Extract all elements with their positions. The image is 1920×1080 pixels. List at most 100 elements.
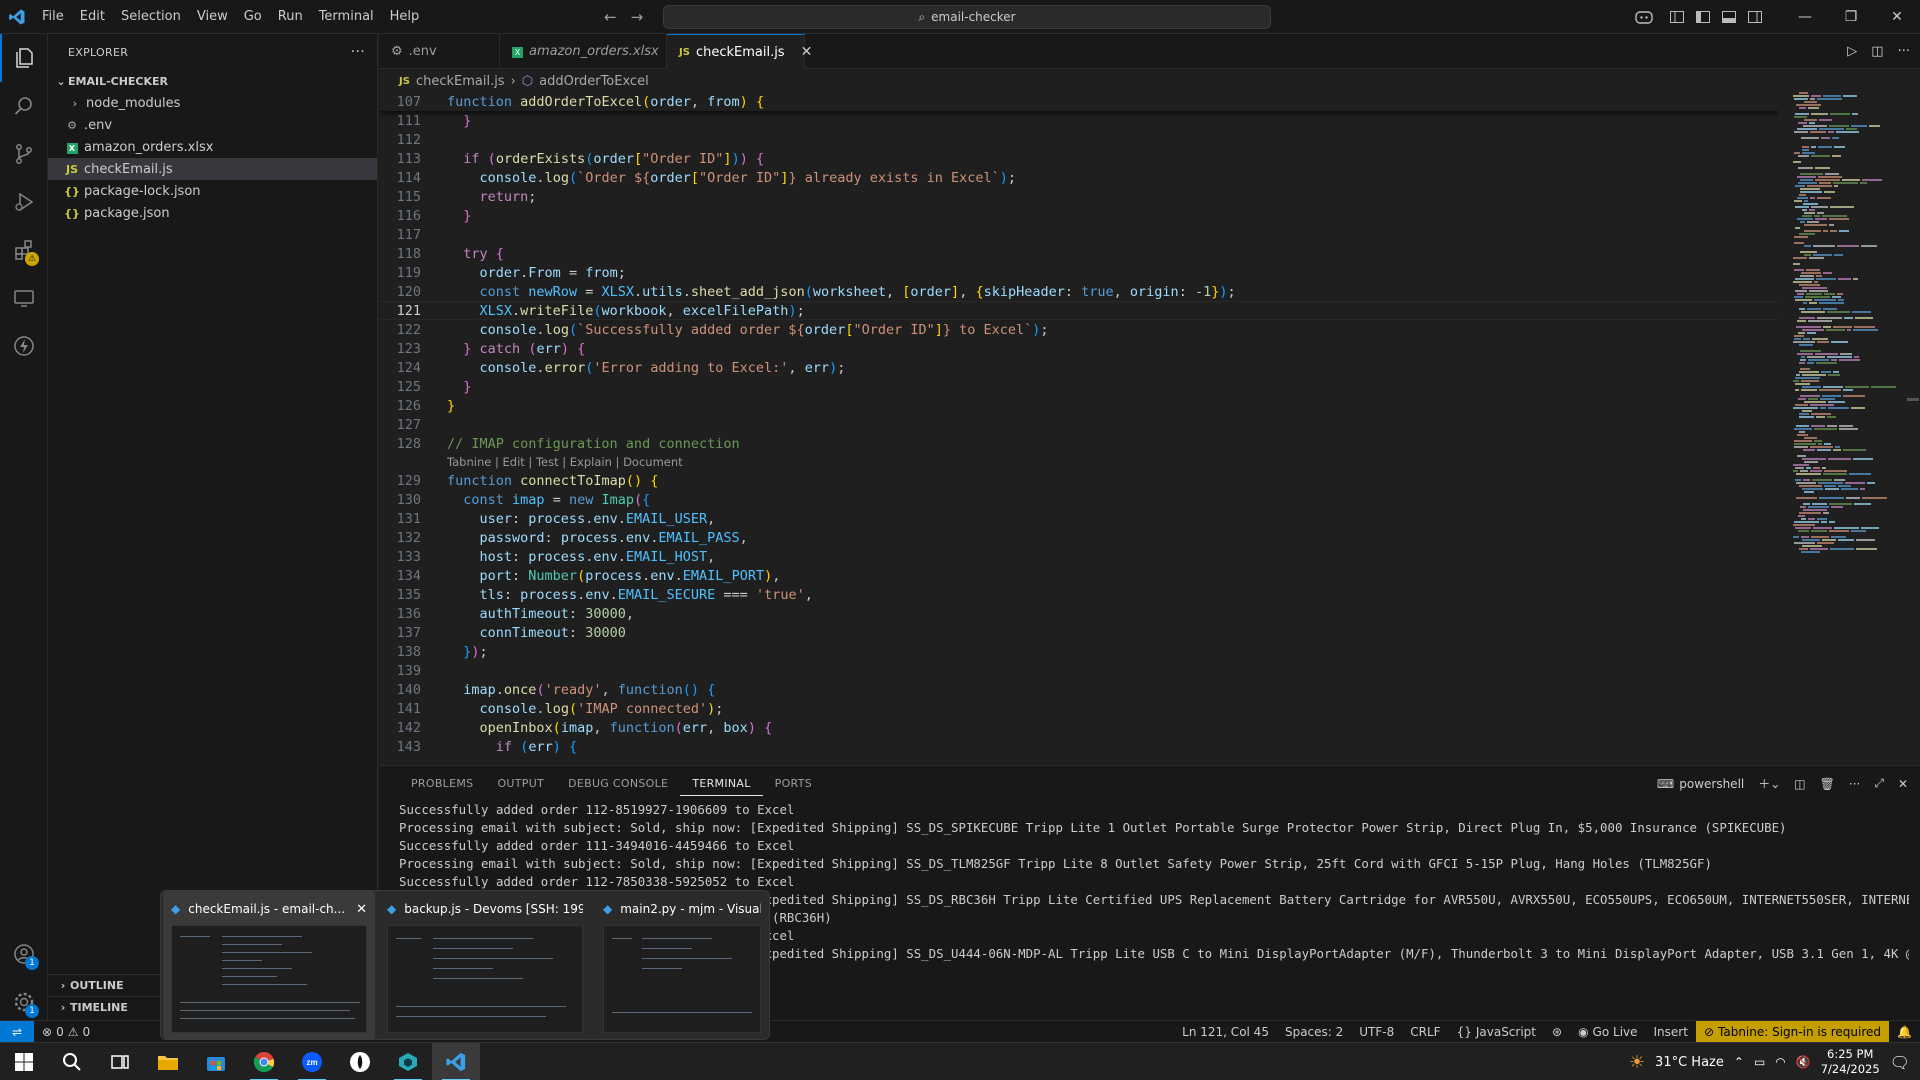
- code-editor[interactable]: 107 function addOrderToExcel(order, from…: [379, 92, 1779, 764]
- battery-icon[interactable]: ▭: [1754, 1055, 1765, 1069]
- menu-edit[interactable]: Edit: [72, 9, 113, 24]
- app-icon-teal[interactable]: [384, 1043, 432, 1080]
- thumbnail-checkemail[interactable]: ◆ checkEmail.js - email-ch... ✕: [163, 891, 375, 1039]
- split-editor-icon[interactable]: ◫: [1871, 44, 1883, 59]
- menu-terminal[interactable]: Terminal: [311, 9, 382, 24]
- copilot-status-icon[interactable]: ⊛: [1544, 1025, 1570, 1039]
- toggle-sidebar-icon[interactable]: [1690, 0, 1716, 34]
- explorer-icon[interactable]: [0, 34, 48, 82]
- minimap-stroke: [1814, 428, 1837, 430]
- windows-start-icon[interactable]: [0, 1043, 48, 1080]
- new-terminal-icon[interactable]: ＋⌄: [1758, 775, 1780, 792]
- terminal-shell-selector[interactable]: ⌨ powershell: [1657, 777, 1744, 791]
- end-of-line[interactable]: CRLF: [1402, 1025, 1448, 1039]
- customize-layout-icon[interactable]: [1664, 0, 1690, 34]
- tree-item-package[interactable]: {} package.json: [48, 202, 377, 224]
- file-explorer-icon[interactable]: [144, 1043, 192, 1080]
- tab-problems[interactable]: PROBLEMS: [399, 766, 485, 801]
- back-arrow-icon[interactable]: ←: [604, 8, 617, 26]
- forward-arrow-icon[interactable]: →: [631, 8, 644, 26]
- insert-mode[interactable]: Insert: [1646, 1025, 1696, 1039]
- chrome-icon[interactable]: [240, 1043, 288, 1080]
- wifi-icon[interactable]: ◠: [1775, 1055, 1785, 1069]
- tab-output[interactable]: OUTPUT: [485, 766, 556, 801]
- minimap-stroke: [1800, 350, 1821, 352]
- tab-amazon-orders[interactable]: X amazon_orders.xlsx: [500, 34, 667, 69]
- tabnine-status[interactable]: ⊘ Tabnine: Sign-in is required: [1695, 1021, 1890, 1043]
- microsoft-store-icon[interactable]: [192, 1043, 240, 1080]
- notifications-bell-icon[interactable]: 🔔: [1889, 1025, 1920, 1039]
- extensions-icon[interactable]: ⚠: [0, 226, 48, 274]
- more-actions-icon[interactable]: ···: [1849, 777, 1860, 791]
- kill-terminal-icon[interactable]: 🗑: [1820, 777, 1835, 791]
- tab-env[interactable]: ⚙ .env: [379, 34, 500, 69]
- language-mode[interactable]: {} JavaScript: [1449, 1025, 1544, 1039]
- tree-item-node-modules[interactable]: › node_modules: [48, 92, 377, 114]
- breadcrumb-file[interactable]: checkEmail.js: [416, 74, 505, 89]
- run-file-icon[interactable]: ▷: [1847, 44, 1857, 59]
- manage-gear-icon[interactable]: 1: [0, 978, 48, 1026]
- more-actions-icon[interactable]: ···: [351, 44, 365, 60]
- toggle-panel-icon[interactable]: [1716, 0, 1742, 34]
- run-debug-icon[interactable]: [0, 178, 48, 226]
- tab-debug-console[interactable]: DEBUG CONSOLE: [556, 766, 680, 801]
- close-tab-icon[interactable]: ✕: [801, 44, 813, 60]
- copilot-icon[interactable]: [1624, 0, 1664, 34]
- close-window-button[interactable]: ✕: [1874, 0, 1920, 34]
- thunder-client-icon[interactable]: [0, 322, 48, 370]
- source-control-icon[interactable]: [0, 130, 48, 178]
- close-thumbnail-icon[interactable]: ✕: [356, 902, 367, 917]
- sticky-scroll-line[interactable]: 107 function addOrderToExcel(order, from…: [379, 92, 1779, 111]
- tab-terminal[interactable]: TERMINAL: [680, 772, 763, 796]
- minimap[interactable]: [1793, 92, 1903, 562]
- weather-text[interactable]: 31°C Haze: [1655, 1055, 1724, 1070]
- show-hidden-icons-icon[interactable]: ⌃: [1734, 1055, 1744, 1069]
- maximize-panel-icon[interactable]: ⤢: [1874, 776, 1884, 791]
- go-live-button[interactable]: ◉ Go Live: [1570, 1025, 1645, 1039]
- tree-item-env[interactable]: ⚙ .env: [48, 114, 377, 136]
- menu-run[interactable]: Run: [270, 9, 311, 24]
- thumbnail-backup[interactable]: ◆ backup.js - Devoms [SSH: 199.1...: [379, 891, 591, 1039]
- accounts-icon[interactable]: 1: [0, 930, 48, 978]
- command-center-search[interactable]: ⌕ email-checker: [663, 5, 1271, 29]
- remote-indicator-icon[interactable]: ⇌: [0, 1020, 34, 1043]
- tabnine-codelens[interactable]: Tabnine | Edit | Test | Explain | Docume…: [447, 453, 683, 471]
- system-clock[interactable]: 6:25 PM 7/24/2025: [1821, 1047, 1880, 1077]
- tree-item-amazon-orders[interactable]: X amazon_orders.xlsx: [48, 136, 377, 158]
- vscode-taskbar-icon[interactable]: [432, 1042, 480, 1080]
- tree-item-checkemail[interactable]: JS checkEmail.js: [48, 158, 377, 180]
- minimap-stroke: [1800, 368, 1810, 370]
- more-actions-icon[interactable]: ···: [1898, 44, 1910, 59]
- menu-file[interactable]: File: [34, 9, 72, 24]
- menu-help[interactable]: Help: [382, 9, 428, 24]
- close-panel-icon[interactable]: ✕: [1898, 777, 1908, 791]
- current-line[interactable]: 121 XLSX.writeFile(workbook, excelFilePa…: [379, 301, 1779, 320]
- zoom-icon[interactable]: zm: [288, 1043, 336, 1080]
- volume-mute-icon[interactable]: 🔇: [1796, 1055, 1811, 1069]
- editor-scrollbar[interactable]: [1907, 398, 1919, 401]
- toggle-secondary-sidebar-icon[interactable]: [1742, 0, 1768, 34]
- menu-view[interactable]: View: [189, 9, 236, 24]
- restore-button[interactable]: ❐: [1828, 0, 1874, 34]
- taskbar-search-icon[interactable]: [48, 1043, 96, 1080]
- remote-explorer-icon[interactable]: [0, 274, 48, 322]
- workspace-folder-header[interactable]: ⌄ EMAIL-CHECKER: [48, 70, 377, 92]
- encoding[interactable]: UTF-8: [1351, 1025, 1402, 1039]
- breadcrumb-symbol[interactable]: addOrderToExcel: [539, 74, 649, 89]
- notification-center-icon[interactable]: 🗨: [1890, 1053, 1910, 1072]
- menu-go[interactable]: Go: [236, 9, 270, 24]
- task-view-icon[interactable]: [96, 1043, 144, 1080]
- split-terminal-icon[interactable]: ◫: [1794, 777, 1805, 791]
- tree-item-package-lock[interactable]: {} package-lock.json: [48, 180, 377, 202]
- thumbnail-main2[interactable]: ◆ main2.py - mjm - Visual...: [595, 891, 769, 1039]
- vpn-shield-icon[interactable]: [336, 1043, 384, 1080]
- tab-ports[interactable]: PORTS: [763, 766, 824, 801]
- weather-icon[interactable]: ☀: [1629, 1052, 1645, 1073]
- minimize-button[interactable]: —: [1782, 0, 1828, 34]
- problems-indicator[interactable]: ⊗ 0 ⚠ 0: [34, 1025, 98, 1039]
- tab-checkemail[interactable]: JS checkEmail.js ✕: [667, 34, 812, 69]
- menu-selection[interactable]: Selection: [113, 9, 189, 24]
- cursor-position[interactable]: Ln 121, Col 45: [1174, 1025, 1277, 1039]
- indentation[interactable]: Spaces: 2: [1277, 1025, 1351, 1039]
- search-icon[interactable]: [0, 82, 48, 130]
